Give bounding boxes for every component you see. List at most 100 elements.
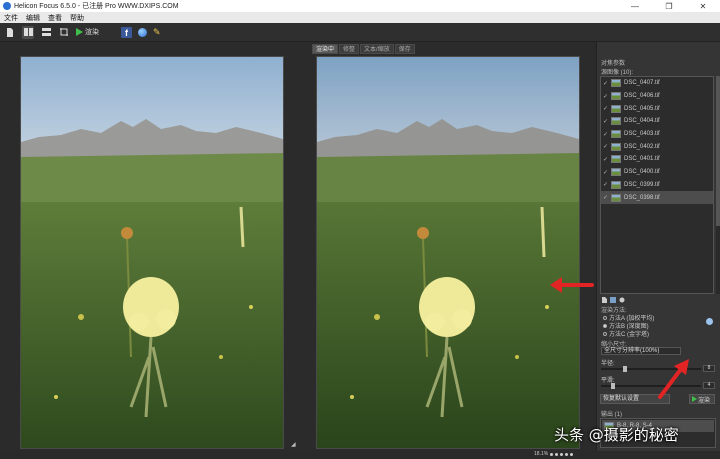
- globe-icon[interactable]: [138, 27, 147, 37]
- check-icon[interactable]: ✓: [603, 118, 608, 125]
- file-list-scrollbar[interactable]: [716, 76, 720, 294]
- file-item[interactable]: ✓ DSC_0400.tif: [601, 166, 713, 179]
- file-name: DSC_0398.tif: [624, 194, 660, 201]
- split-view-icon: [23, 28, 33, 36]
- menu-help[interactable]: 帮助: [70, 13, 84, 23]
- close-button[interactable]: ✕: [686, 0, 720, 12]
- annotation-arrow-render: [658, 359, 689, 399]
- zoom-dot[interactable]: [570, 452, 574, 456]
- window-title: Helicon Focus 6.5.0 - 已注册 Pro WWW.DXIPS.…: [14, 3, 179, 10]
- panel-header: 对焦参数: [601, 61, 626, 67]
- tab-save[interactable]: 保存: [394, 44, 415, 54]
- thumbnail: [611, 104, 621, 113]
- smoothing-slider-knob[interactable]: [611, 383, 615, 389]
- file-name: DSC_0401.tif: [624, 156, 660, 163]
- scrollbar-thumb[interactable]: [716, 76, 720, 226]
- crop-tool-button[interactable]: [58, 26, 70, 39]
- file-name: DSC_0405.tif: [624, 105, 660, 112]
- file-name: DSC_0407.tif: [624, 80, 660, 87]
- file-item[interactable]: ✓ DSC_0401.tif: [601, 153, 713, 166]
- single-view-icon: [41, 28, 51, 36]
- facebook-icon[interactable]: f: [121, 26, 132, 38]
- zoom-dot[interactable]: [555, 452, 559, 456]
- status-bar: 18.1%: [0, 451, 720, 459]
- file-name: DSC_0404.tif: [624, 118, 660, 125]
- check-icon[interactable]: ✓: [603, 169, 608, 176]
- check-icon[interactable]: ✓: [603, 194, 608, 201]
- window-controls: — ❐ ✕: [618, 0, 720, 12]
- file-item[interactable]: ✓ DSC_0405.tif: [601, 102, 713, 115]
- menu-bar: 文件 编辑 查看 帮助: [0, 12, 720, 23]
- zoom-dot[interactable]: [565, 452, 569, 456]
- resize-select[interactable]: 全尺寸分辨率(100%): [601, 347, 681, 355]
- thumbnail: [611, 193, 621, 202]
- render-button-label: 渲染: [698, 397, 711, 404]
- toolbar: 渲染 f ✎: [0, 23, 720, 42]
- check-icon[interactable]: ✓: [603, 143, 608, 150]
- file-item[interactable]: ✓ DSC_0403.tif: [601, 128, 713, 141]
- file-item[interactable]: ✓ DSC_0406.tif: [601, 90, 713, 103]
- zoom-control[interactable]: 18.1%: [534, 451, 574, 457]
- resize-grip-icon[interactable]: ◢: [291, 441, 297, 448]
- file-name: DSC_0400.tif: [624, 169, 660, 176]
- crop-icon: [60, 28, 68, 36]
- add-file-icon[interactable]: [601, 297, 607, 303]
- tab-rendering[interactable]: 渲染中: [312, 44, 339, 54]
- new-file-button[interactable]: [4, 26, 16, 39]
- landscape-photo-right: [317, 57, 579, 448]
- file-item-selected[interactable]: ✓ DSC_0398.tif: [601, 191, 713, 204]
- render-toolbar-button[interactable]: 渲染: [76, 27, 99, 37]
- file-item[interactable]: ✓ DSC_0402.tif: [601, 140, 713, 153]
- file-item[interactable]: ✓ DSC_0407.tif: [601, 77, 713, 90]
- image-icon[interactable]: [610, 297, 616, 303]
- smoothing-spinbox[interactable]: 4: [703, 382, 715, 389]
- check-icon[interactable]: ✓: [603, 156, 608, 163]
- magic-wand-icon[interactable]: ✎: [153, 27, 161, 38]
- radius-label: 半径:: [601, 361, 615, 367]
- thumbnail: [611, 130, 621, 139]
- thumbnail: [611, 142, 621, 151]
- view-tabs: 渲染中 修整 文本/缩放 保存: [312, 44, 415, 54]
- zoom-dot[interactable]: [560, 452, 564, 456]
- method-c-label: 方法C (金字塔): [609, 332, 649, 338]
- radius-slider-knob[interactable]: [623, 366, 627, 372]
- check-icon[interactable]: ✓: [603, 105, 608, 112]
- menu-edit[interactable]: 编辑: [26, 13, 40, 23]
- menu-file[interactable]: 文件: [4, 13, 18, 23]
- file-item[interactable]: ✓ DSC_0404.tif: [601, 115, 713, 128]
- file-name: DSC_0402.tif: [624, 143, 660, 150]
- maximize-button[interactable]: ❐: [652, 0, 686, 12]
- title-bar: Helicon Focus 6.5.0 - 已注册 Pro WWW.DXIPS.…: [0, 0, 720, 12]
- single-view-button[interactable]: [40, 26, 52, 39]
- zoom-dot[interactable]: [550, 452, 554, 456]
- help-icon[interactable]: [706, 318, 713, 325]
- thumbnail: [611, 168, 621, 177]
- radius-spinbox[interactable]: 8: [703, 365, 715, 372]
- check-icon[interactable]: ✓: [603, 131, 608, 138]
- document-icon: [7, 27, 13, 37]
- zoom-level: 18.1%: [534, 451, 549, 457]
- method-c-radio[interactable]: 方法C (金字塔): [603, 329, 649, 338]
- play-icon: [76, 28, 83, 36]
- check-icon[interactable]: ✓: [603, 80, 608, 87]
- split-view-button[interactable]: [22, 25, 34, 39]
- minimize-button[interactable]: —: [618, 0, 652, 12]
- file-name: DSC_0399.tif: [624, 181, 660, 188]
- check-icon[interactable]: ✓: [603, 181, 608, 188]
- result-image-preview[interactable]: [317, 57, 579, 448]
- file-item[interactable]: ✓ DSC_0399.tif: [601, 179, 713, 192]
- tab-text-scale[interactable]: 文本/缩放: [360, 44, 394, 54]
- thumbnail: [611, 155, 621, 164]
- render-toolbar-label: 渲染: [85, 29, 99, 36]
- tab-retouch[interactable]: 修整: [339, 44, 360, 54]
- thumbnail: [611, 180, 621, 189]
- file-name: DSC_0403.tif: [624, 131, 660, 138]
- output-label: 输出 (1): [601, 412, 623, 418]
- check-icon[interactable]: ✓: [603, 93, 608, 100]
- watermark: 头条 @摄影的秘密: [554, 426, 679, 444]
- settings-icon[interactable]: [619, 297, 625, 303]
- menu-view[interactable]: 查看: [48, 13, 62, 23]
- source-file-list[interactable]: ✓ DSC_0407.tif ✓ DSC_0406.tif ✓ DSC_0405.ti…: [600, 76, 714, 294]
- render-button[interactable]: 渲染: [689, 394, 715, 404]
- source-image-preview[interactable]: [21, 57, 283, 448]
